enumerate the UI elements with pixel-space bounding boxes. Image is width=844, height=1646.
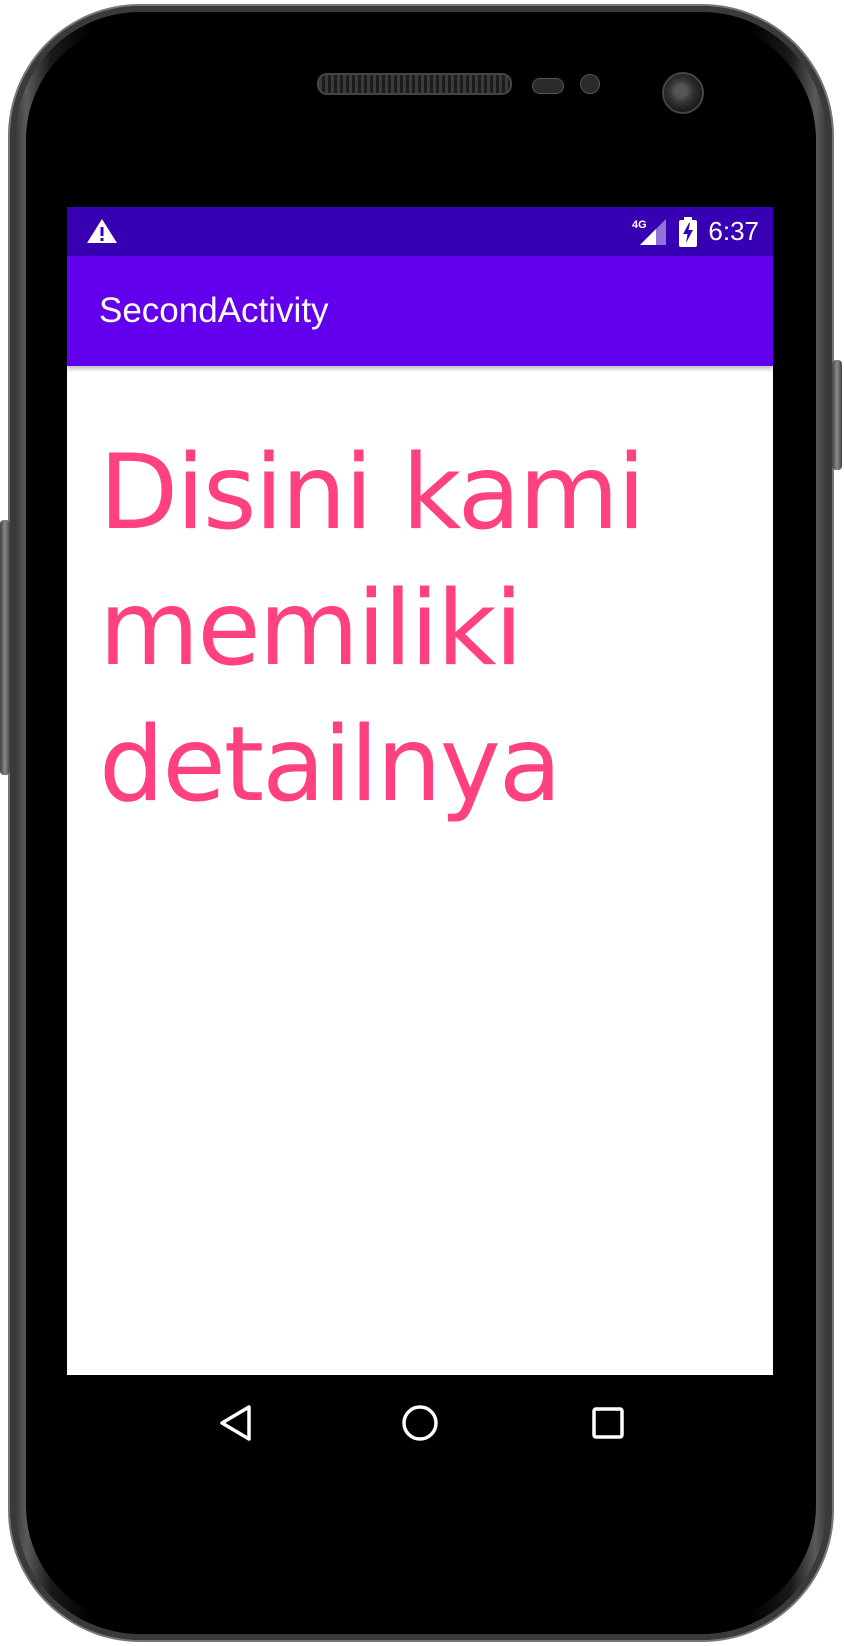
device-screen: 4G 6:37 SecondActivity Disini kami memil…	[67, 207, 773, 1375]
home-circle-icon	[402, 1405, 438, 1441]
recents-square-icon	[592, 1407, 624, 1439]
warning-icon	[87, 219, 117, 243]
volume-button	[832, 360, 842, 470]
proximity-sensor	[532, 78, 564, 94]
navigation-bar	[67, 1375, 773, 1471]
status-indicators: 4G 6:37	[632, 207, 759, 256]
power-button	[0, 520, 10, 775]
earpiece-speaker	[317, 73, 512, 95]
detail-text: Disini kami memiliki detailnya	[99, 433, 646, 825]
front-camera	[662, 72, 704, 114]
network-type-label: 4G	[632, 219, 647, 231]
back-button[interactable]	[207, 1393, 267, 1453]
back-triangle-icon	[220, 1405, 251, 1441]
home-button[interactable]	[390, 1393, 450, 1453]
battery-charging-icon	[679, 216, 698, 247]
status-time: 6:37	[708, 216, 759, 246]
light-sensor	[580, 74, 600, 94]
status-bar: 4G 6:37	[67, 207, 773, 256]
app-bar: SecondActivity	[67, 256, 773, 366]
app-bar-title: SecondActivity	[99, 291, 329, 330]
recents-button[interactable]	[578, 1393, 638, 1453]
signal-icon: 4G	[632, 218, 667, 245]
